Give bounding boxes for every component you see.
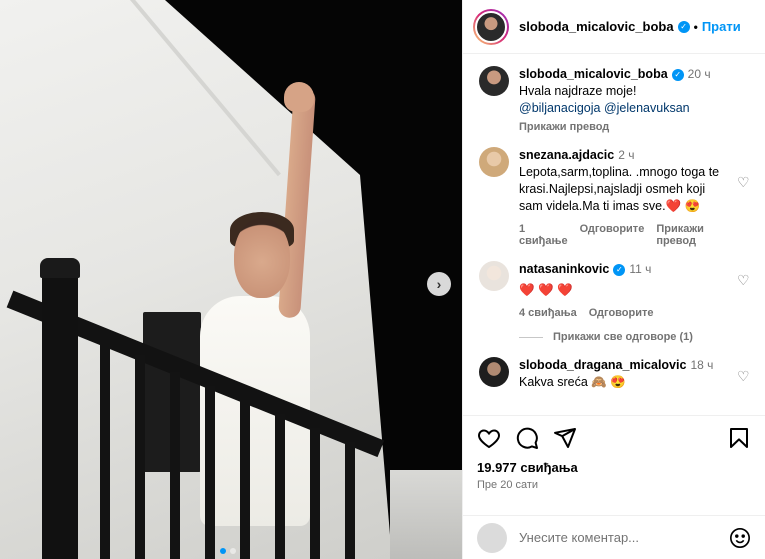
comment-like-heart-icon[interactable]: ♡ — [737, 273, 751, 287]
verified-badge-icon: ✓ — [677, 20, 690, 33]
author-username[interactable]: sloboda_micalovic_boba — [519, 19, 674, 34]
comment-avatar[interactable] — [479, 261, 509, 291]
photo-baluster — [345, 442, 355, 559]
post-timestamp: Пре 20 сати — [477, 479, 539, 491]
view-replies-label: Прикажи све одговоре (1) — [553, 331, 693, 343]
post-actions: 19.977 свиђања Пре 20 сати — [463, 415, 765, 515]
comment-text: ❤️ ❤️ ❤️ — [519, 283, 573, 297]
comment-likes[interactable]: 4 свиђања — [519, 307, 577, 319]
comment-like-heart-icon[interactable]: ♡ — [737, 369, 751, 383]
comment-avatar[interactable] — [479, 357, 509, 387]
comment-username[interactable]: natasaninkovic — [519, 262, 609, 276]
chevron-right-icon: › — [436, 276, 442, 292]
author-avatar[interactable] — [473, 8, 509, 45]
comment-username[interactable]: sloboda_micalovic_boba — [519, 67, 668, 81]
comment-body: snezana.ajdacic 2 ч Lepota,sarm,toplina. … — [519, 147, 751, 247]
comment-text: Kakva sreća 🙈 😍 — [519, 375, 626, 389]
comment-text: Lepota,sarm,toplina. .mnogo toga te kras… — [519, 165, 720, 213]
comment-header: snezana.ajdacic 2 ч — [519, 147, 729, 164]
instagram-post-view: › sloboda_micalovic_boba ✓ • Прати slobo… — [0, 0, 765, 559]
view-replies-button[interactable]: Прикажи све одговоре (1) — [519, 331, 751, 343]
post-side-panel: sloboda_micalovic_boba ✓ • Прати sloboda… — [462, 0, 765, 559]
comment-meta: 1 свиђање Одговорите Прикажи превод — [519, 223, 729, 247]
carousel-dot — [230, 548, 236, 554]
comments-list[interactable]: sloboda_micalovic_boba ✓ 20 ч Hvala najdra… — [463, 54, 765, 415]
comment-input[interactable] — [519, 530, 729, 545]
follow-button[interactable]: Прати — [702, 19, 741, 34]
comment-username[interactable]: sloboda_dragana_micalovic — [519, 358, 686, 372]
comment-item: snezana.ajdacic 2 ч Lepota,sarm,toplina. … — [479, 147, 751, 247]
photo-baluster — [310, 428, 320, 559]
comment-time[interactable]: 11 ч — [629, 262, 651, 276]
send-icon[interactable] — [553, 426, 577, 450]
photo-railing-cap — [40, 258, 80, 278]
carousel-dots — [220, 548, 236, 554]
comment-item: natasaninkovic ✓ 11 ч ❤️ ❤️ ❤️ 4 свиђања О… — [479, 261, 751, 319]
comment-time[interactable]: 18 ч — [690, 358, 713, 372]
photo-baluster — [135, 355, 145, 559]
reply-button[interactable]: Одговорите — [589, 307, 654, 319]
photo-baluster — [240, 400, 250, 559]
verified-badge-icon: ✓ — [613, 263, 626, 276]
photo-baluster — [205, 386, 215, 559]
comment-avatar[interactable] — [479, 147, 509, 177]
current-user-avatar — [477, 522, 507, 553]
comment-avatar[interactable] — [479, 66, 509, 96]
comment-item: sloboda_micalovic_boba ✓ 20 ч Hvala najdra… — [479, 66, 751, 133]
photo-railing-post — [42, 262, 78, 559]
verified-badge-icon: ✓ — [671, 68, 684, 81]
photo-person-head — [234, 218, 290, 298]
comment-header: natasaninkovic ✓ 11 ч — [519, 261, 729, 278]
bookmark-icon[interactable] — [727, 426, 751, 450]
comment-text: Hvala najdraze moje! — [519, 84, 637, 98]
reply-button[interactable]: Одговорите — [580, 223, 645, 247]
heart-icon[interactable] — [477, 426, 501, 450]
next-photo-button[interactable]: › — [427, 272, 451, 296]
comment-body: natasaninkovic ✓ 11 ч ❤️ ❤️ ❤️ 4 свиђања О… — [519, 261, 751, 319]
see-translation-link[interactable]: Прикажи превод — [656, 223, 729, 247]
comment-time[interactable]: 20 ч — [688, 67, 711, 81]
comment-mentions[interactable]: @biljanacigoja @jelenavuksan — [519, 100, 729, 117]
emoji-icon[interactable] — [729, 527, 751, 549]
add-comment-bar — [463, 515, 765, 559]
comment-likes[interactable]: 1 свиђање — [519, 223, 568, 247]
photo-baluster — [170, 372, 180, 559]
likes-count[interactable]: 19.977 свиђања — [477, 460, 751, 475]
comment-header: sloboda_micalovic_boba ✓ 20 ч — [519, 66, 729, 83]
photo-baluster — [275, 414, 285, 559]
post-header: sloboda_micalovic_boba ✓ • Прати — [463, 0, 765, 54]
action-bar — [477, 426, 751, 450]
photo-baluster — [100, 340, 110, 559]
see-translation-link[interactable]: Прикажи превод — [519, 121, 729, 133]
photo-person-hand — [284, 82, 314, 112]
comment-body: sloboda_micalovic_boba ✓ 20 ч Hvala najdra… — [519, 66, 751, 133]
comment-body: sloboda_dragana_micalovic 18 ч Kakva sreć… — [519, 357, 751, 391]
comment-like-heart-icon[interactable]: ♡ — [737, 175, 751, 189]
post-photo[interactable]: › — [0, 0, 462, 559]
photo-right-wall — [390, 470, 462, 559]
replies-divider — [519, 336, 543, 338]
comment-icon[interactable] — [515, 426, 539, 450]
header-separator: • — [693, 19, 698, 34]
comment-meta: 4 свиђања Одговорите — [519, 307, 729, 319]
comment-username[interactable]: snezana.ajdacic — [519, 148, 614, 162]
carousel-dot-active — [220, 548, 226, 554]
comment-header: sloboda_dragana_micalovic 18 ч — [519, 357, 729, 374]
comment-time[interactable]: 2 ч — [618, 148, 634, 162]
comment-item: sloboda_dragana_micalovic 18 ч Kakva sreć… — [479, 357, 751, 391]
